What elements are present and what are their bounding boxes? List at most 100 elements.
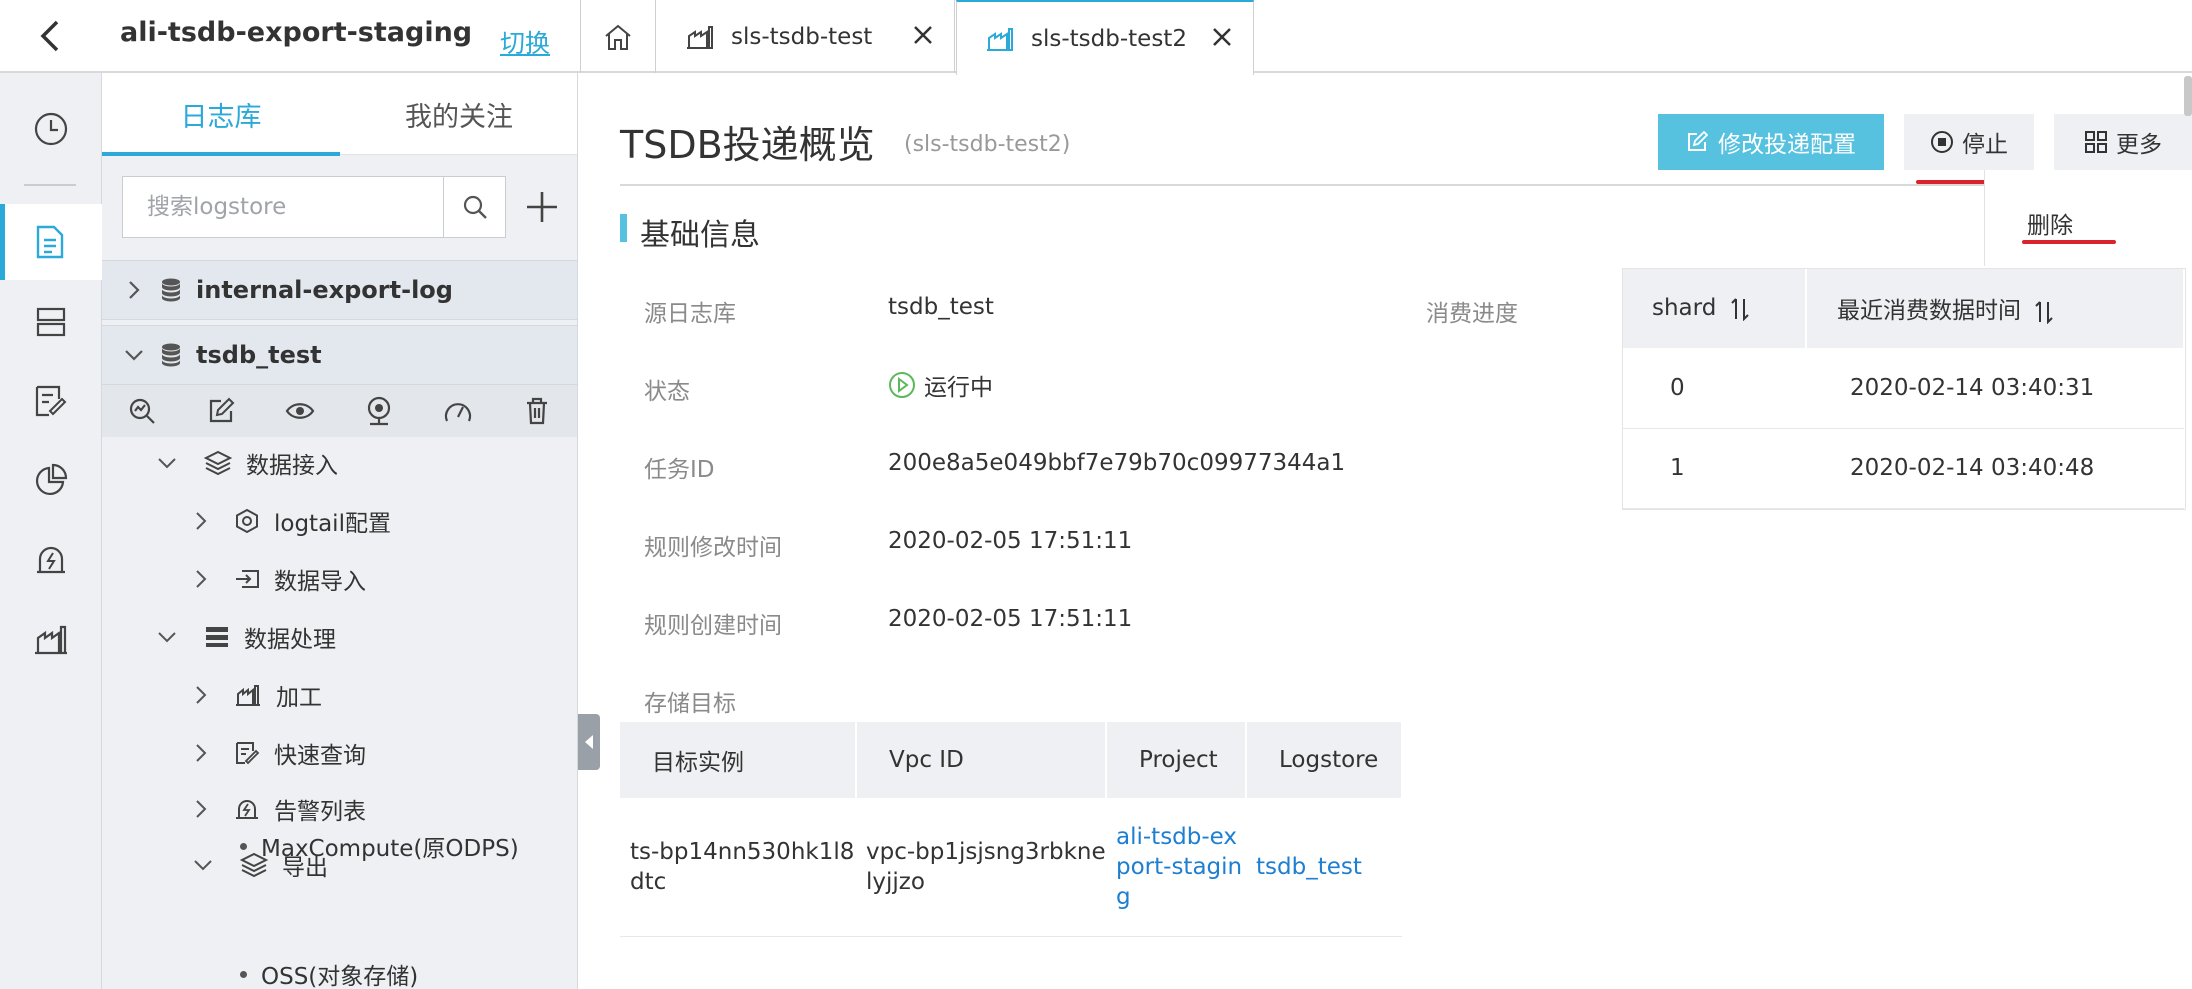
query-analysis-icon[interactable] bbox=[102, 385, 181, 437]
trash-icon[interactable] bbox=[497, 385, 576, 437]
tab-logstores[interactable]: 日志库 bbox=[102, 73, 340, 156]
grid-icon bbox=[2085, 131, 2107, 153]
tab-sls-tsdb-test2[interactable]: sls-tsdb-test2 bbox=[956, 0, 1254, 75]
project-name: ali-tsdb-export-staging bbox=[120, 17, 473, 48]
tree-oss-item[interactable]: OSS(对象存储) bbox=[240, 948, 418, 989]
bullet-dot bbox=[240, 970, 247, 978]
tree-label: 加工 bbox=[276, 685, 322, 711]
column-header-label: shard bbox=[1652, 295, 1717, 321]
switch-project-link[interactable]: 切换 bbox=[500, 24, 550, 60]
time-cell: 2020-02-14 03:40:31 bbox=[1806, 348, 2184, 429]
logstore-search-input[interactable] bbox=[123, 177, 443, 237]
stop-button[interactable]: 停止 bbox=[1904, 114, 2034, 170]
tab-sls-tsdb-test[interactable]: sls-tsdb-test bbox=[657, 0, 955, 73]
scrollbar[interactable] bbox=[2184, 76, 2192, 116]
logstore-toolbar bbox=[102, 385, 577, 437]
column-header: Project bbox=[1106, 722, 1247, 798]
more-button[interactable]: 更多 bbox=[2054, 114, 2192, 170]
tree-label: 数据处理 bbox=[244, 627, 336, 653]
document-list-icon bbox=[36, 225, 64, 259]
chevron-down-icon bbox=[192, 858, 214, 872]
field-label-created: 规则创建时间 bbox=[644, 613, 782, 639]
tree-data-import[interactable]: 数据导入 bbox=[194, 553, 366, 605]
sort-icon bbox=[1730, 297, 1750, 321]
back-arrow-icon[interactable] bbox=[22, 16, 78, 56]
logstore-link[interactable]: tsdb_test bbox=[1246, 798, 1402, 937]
collapse-panel-handle[interactable] bbox=[578, 714, 600, 770]
home-tab[interactable] bbox=[580, 0, 656, 73]
tree-maxcompute-item[interactable]: MaxCompute(原ODPS) bbox=[240, 820, 519, 872]
logstore-name: internal-export-log bbox=[196, 276, 453, 304]
logstore-item-internal-export-log[interactable]: internal-export-log bbox=[102, 260, 577, 320]
search-button[interactable] bbox=[443, 177, 505, 237]
list-stack-icon bbox=[204, 625, 230, 649]
chevron-down-icon bbox=[156, 456, 178, 470]
project-link[interactable]: ali-tsdb-export-staging bbox=[1106, 798, 1246, 937]
alert-bell-icon bbox=[37, 546, 65, 574]
field-value-status: 运行中 bbox=[888, 368, 993, 402]
clock-icon bbox=[34, 112, 68, 146]
close-icon[interactable] bbox=[912, 24, 934, 46]
edit-document-icon bbox=[35, 385, 67, 417]
column-header-label: 最近消费数据时间 bbox=[1837, 298, 2021, 324]
shard-cell: 0 bbox=[1622, 348, 1806, 429]
table-header-row: 目标实例 Vpc ID Project Logstore bbox=[620, 722, 1403, 798]
section-accent-bar bbox=[620, 214, 627, 242]
tree-label: OSS(对象存储) bbox=[261, 964, 419, 989]
logstore-item-tsdb-test[interactable]: tsdb_test bbox=[102, 325, 577, 385]
tree-label: 数据接入 bbox=[246, 453, 338, 479]
database-icon bbox=[160, 342, 182, 368]
status-text: 运行中 bbox=[924, 375, 993, 401]
tab-label: sls-tsdb-test2 bbox=[1031, 25, 1187, 52]
consume-progress-table: shard 最近消费数据时间 0 2020-02-14 03:40:31 1 2… bbox=[1622, 268, 2185, 509]
alert-bell-icon bbox=[234, 796, 260, 822]
factory-icon bbox=[234, 683, 262, 707]
column-header: Logstore bbox=[1246, 722, 1403, 798]
shard-cell: 1 bbox=[1622, 428, 1806, 509]
table-row: 0 2020-02-14 03:40:31 bbox=[1622, 348, 2184, 429]
header-divider bbox=[620, 184, 1990, 186]
gauge-icon[interactable] bbox=[418, 385, 497, 437]
add-logstore-button[interactable] bbox=[516, 181, 568, 233]
tree-quick-query[interactable]: 快速查询 bbox=[194, 727, 366, 779]
column-header: Vpc ID bbox=[856, 722, 1107, 798]
edit-config-label: 修改投递配置 bbox=[1718, 132, 1856, 158]
field-value-modified: 2020-02-05 17:51:11 bbox=[888, 528, 1133, 554]
tab-my-follows[interactable]: 我的关注 bbox=[340, 73, 577, 155]
stop-icon bbox=[1931, 131, 1953, 153]
server-icon bbox=[36, 307, 66, 337]
tree-transform[interactable]: 加工 bbox=[194, 669, 322, 721]
stop-label: 停止 bbox=[1962, 132, 2008, 158]
tree-data-process[interactable]: 数据处理 bbox=[156, 611, 336, 663]
table-row: ts-bp14nn530hk1l8dtc vpc-bp1jsjsng3rbkne… bbox=[620, 798, 1402, 937]
rail-dashboard[interactable] bbox=[0, 442, 102, 518]
export-factory-icon bbox=[987, 27, 1013, 51]
tree-data-ingest[interactable]: 数据接入 bbox=[156, 437, 338, 489]
tree-logtail-config[interactable]: logtail配置 bbox=[194, 495, 391, 547]
eye-icon[interactable] bbox=[260, 385, 339, 437]
rail-logstore[interactable] bbox=[0, 204, 102, 280]
more-dropdown-menu: 删除 bbox=[1984, 170, 2184, 266]
rail-export[interactable] bbox=[0, 601, 102, 677]
webcam-icon[interactable] bbox=[339, 385, 418, 437]
chevron-right-icon bbox=[194, 798, 208, 820]
close-icon[interactable] bbox=[1211, 26, 1233, 48]
edit-config-button[interactable]: 修改投递配置 bbox=[1658, 114, 1884, 170]
tree-label: 快速查询 bbox=[274, 743, 366, 769]
panel-tabs: 日志库 我的关注 bbox=[102, 73, 577, 156]
home-icon bbox=[605, 24, 631, 50]
edit-icon[interactable] bbox=[181, 385, 260, 437]
delete-menu-item[interactable]: 删除 bbox=[2027, 206, 2073, 240]
caret-left-icon bbox=[585, 735, 593, 749]
table-header-row: shard 最近消费数据时间 bbox=[1622, 268, 2185, 348]
database-icon bbox=[160, 277, 182, 303]
rail-storage[interactable] bbox=[0, 284, 102, 360]
consume-progress-label: 消费进度 bbox=[1426, 301, 1518, 327]
settings-hexagon-icon bbox=[234, 508, 260, 534]
rail-alert[interactable] bbox=[0, 522, 102, 598]
shard-column-header[interactable]: shard bbox=[1622, 268, 1807, 348]
rail-recent[interactable] bbox=[0, 91, 102, 167]
logstore-name: tsdb_test bbox=[196, 341, 322, 369]
latest-time-column-header[interactable]: 最近消费数据时间 bbox=[1806, 268, 2185, 348]
rail-query[interactable] bbox=[0, 363, 102, 439]
